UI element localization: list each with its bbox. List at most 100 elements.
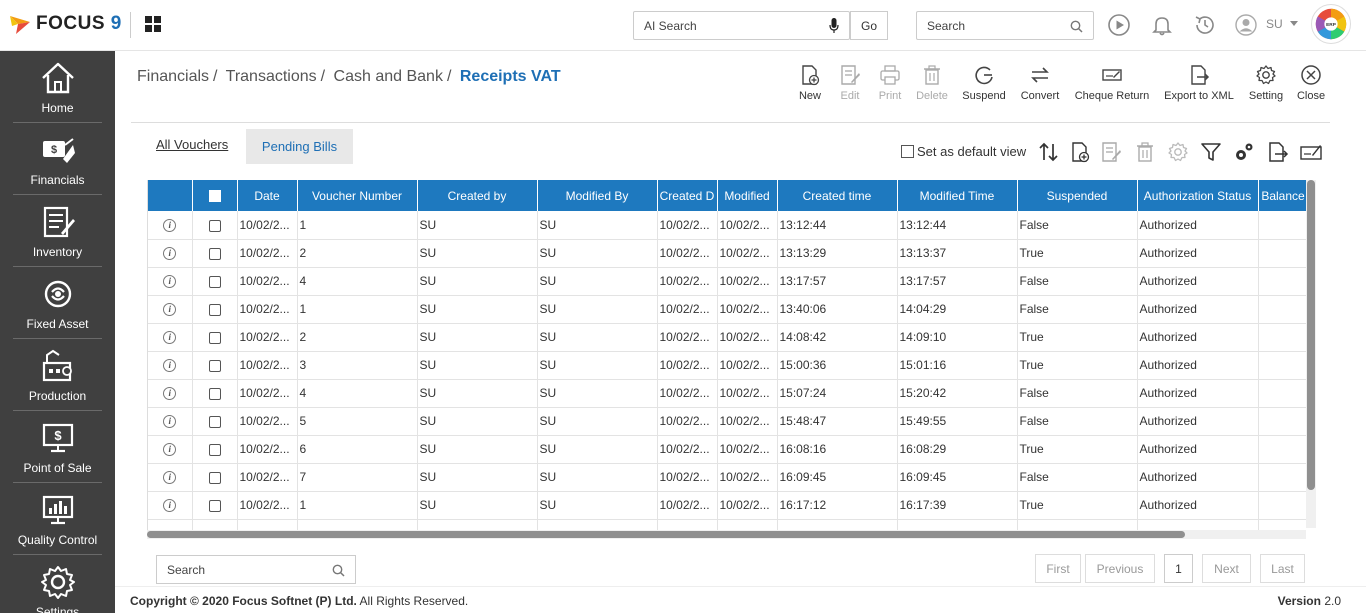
cell-mdate[interactable]: 10/02/2...: [717, 267, 778, 296]
info-icon[interactable]: i: [163, 443, 177, 457]
setting-button[interactable]: Setting: [1246, 64, 1286, 106]
table-row[interactable]: [148, 519, 1306, 530]
cell-ctime[interactable]: 15:00:36: [777, 351, 898, 380]
edit-button[interactable]: Edit: [834, 64, 866, 106]
grid-search-input[interactable]: [157, 562, 317, 577]
cell-cby[interactable]: SU: [417, 267, 538, 296]
cell-date[interactable]: 10/02/2...: [237, 239, 298, 268]
cell-date[interactable]: 10/02/2...: [237, 211, 298, 240]
cell-vno[interactable]: 4: [297, 379, 418, 408]
delete-button[interactable]: Delete: [914, 64, 950, 106]
cell-balance[interactable]: [1258, 463, 1306, 492]
user-name[interactable]: SU: [1266, 17, 1283, 31]
cell-mtime[interactable]: 15:49:55: [897, 407, 1018, 436]
column-header-balance[interactable]: Balance: [1258, 180, 1306, 211]
row-checkbox[interactable]: [208, 359, 221, 372]
focus-logo[interactable]: FOCUS 9: [8, 12, 122, 36]
sidebar-item-production[interactable]: Production: [13, 339, 102, 411]
cell-mdate[interactable]: 10/02/2...: [717, 491, 778, 520]
column-header-modified-time[interactable]: Modified Time: [897, 180, 1018, 211]
filter-icon[interactable]: [1199, 140, 1223, 164]
convert-button[interactable]: Convert: [1017, 64, 1063, 106]
cell-date[interactable]: 10/02/2...: [237, 351, 298, 380]
cell-vno[interactable]: 1: [297, 295, 418, 324]
cell-cby[interactable]: SU: [417, 491, 538, 520]
table-row[interactable]: i 10/02/2... 3 SU SU 10/02/2... 10/02/2... 15:0…: [148, 351, 1306, 380]
info-icon[interactable]: i: [163, 218, 177, 232]
sidebar-item-fixed-asset[interactable]: Fixed Asset: [13, 267, 102, 339]
cell-susp[interactable]: True: [1017, 323, 1138, 352]
cell-cdate[interactable]: 10/02/2...: [657, 267, 718, 296]
cell-auth[interactable]: Authorized: [1137, 435, 1259, 464]
cell-mtime[interactable]: 13:17:57: [897, 267, 1018, 296]
grid-settings-icon[interactable]: [1166, 140, 1190, 164]
column-header-voucher-number[interactable]: Voucher Number: [297, 180, 418, 211]
column-header-modified-by[interactable]: Modified By: [537, 180, 658, 211]
cell-cdate[interactable]: 10/02/2...: [657, 211, 718, 240]
print-button[interactable]: Print: [874, 64, 906, 106]
sort-icon[interactable]: [1037, 140, 1061, 164]
cell-vno[interactable]: 1: [297, 491, 418, 520]
sidebar-item-inventory[interactable]: Inventory: [13, 195, 102, 267]
cell-mby[interactable]: SU: [537, 351, 658, 380]
cell-vno[interactable]: 5: [297, 407, 418, 436]
cell-auth[interactable]: Authorized: [1137, 267, 1259, 296]
pager-last-button[interactable]: Last: [1260, 554, 1305, 583]
cell-vno[interactable]: 2: [297, 239, 418, 268]
cell-balance[interactable]: [1258, 491, 1306, 520]
cell-cdate[interactable]: 10/02/2...: [657, 323, 718, 352]
column-header-suspended[interactable]: Suspended: [1017, 180, 1138, 211]
cell-mtime[interactable]: 13:13:37: [897, 239, 1018, 268]
column-header-created-by[interactable]: Created by: [417, 180, 538, 211]
cell-ctime[interactable]: 16:17:12: [777, 491, 898, 520]
cell-mdate[interactable]: 10/02/2...: [717, 435, 778, 464]
cell-ctime[interactable]: 15:48:47: [777, 407, 898, 436]
cell-ctime[interactable]: 13:40:06: [777, 295, 898, 324]
cell-auth[interactable]: Authorized: [1137, 463, 1259, 492]
ai-search-input[interactable]: [634, 18, 814, 33]
cell-ctime[interactable]: 16:08:16: [777, 435, 898, 464]
edit-row-icon[interactable]: [1099, 140, 1123, 164]
cell-mdate[interactable]: 10/02/2...: [717, 407, 778, 436]
cell-balance[interactable]: [1258, 407, 1306, 436]
cell-cby[interactable]: SU: [417, 211, 538, 240]
row-checkbox[interactable]: [208, 219, 221, 232]
go-button[interactable]: Go: [850, 11, 888, 40]
cell-vno[interactable]: 3: [297, 351, 418, 380]
user-avatar-icon[interactable]: [1234, 13, 1258, 37]
grid-search-box[interactable]: [156, 555, 356, 584]
cell-cdate[interactable]: 10/02/2...: [657, 407, 718, 436]
cheque-return-button[interactable]: Cheque Return: [1072, 64, 1152, 106]
cell-susp[interactable]: False: [1017, 211, 1138, 240]
cell-balance[interactable]: [1258, 323, 1306, 352]
table-row[interactable]: i 10/02/2... 2 SU SU 10/02/2... 10/02/2... 14:0…: [148, 323, 1306, 352]
cell-auth[interactable]: Authorized: [1137, 295, 1259, 324]
erp-wheel-logo[interactable]: ERP: [1311, 4, 1351, 44]
cell-balance[interactable]: [1258, 295, 1306, 324]
cell-cdate[interactable]: 10/02/2...: [657, 435, 718, 464]
cell-vno[interactable]: 4: [297, 267, 418, 296]
select-all-checkbox[interactable]: [208, 190, 221, 203]
grid-export-icon[interactable]: [1265, 140, 1289, 164]
pager-next-button[interactable]: Next: [1202, 554, 1251, 583]
cell-mby[interactable]: SU: [537, 379, 658, 408]
horizontal-scroll-thumb[interactable]: [147, 531, 1185, 538]
cell-date[interactable]: 10/02/2...: [237, 407, 298, 436]
cell-vno[interactable]: 7: [297, 463, 418, 492]
cell-vno[interactable]: 1: [297, 211, 418, 240]
top-search-input[interactable]: [917, 18, 1057, 33]
cell-mtime[interactable]: 15:01:16: [897, 351, 1018, 380]
table-row[interactable]: i 10/02/2... 1 SU SU 10/02/2... 10/02/2... 16:1…: [148, 491, 1306, 520]
column-header-date[interactable]: Date: [237, 180, 298, 211]
cell-mdate[interactable]: 10/02/2...: [717, 211, 778, 240]
cell-auth[interactable]: Authorized: [1137, 379, 1259, 408]
cell-mtime[interactable]: 16:09:45: [897, 463, 1018, 492]
cell-mdate[interactable]: 10/02/2...: [717, 323, 778, 352]
breadcrumb-item[interactable]: Financials: [137, 68, 209, 85]
user-menu-caret-icon[interactable]: [1290, 21, 1298, 26]
ai-search-box[interactable]: [633, 11, 850, 40]
cell-susp[interactable]: True: [1017, 491, 1138, 520]
apps-grid-icon[interactable]: [145, 16, 161, 32]
cell-mdate[interactable]: 10/02/2...: [717, 351, 778, 380]
cell-mby[interactable]: SU: [537, 211, 658, 240]
